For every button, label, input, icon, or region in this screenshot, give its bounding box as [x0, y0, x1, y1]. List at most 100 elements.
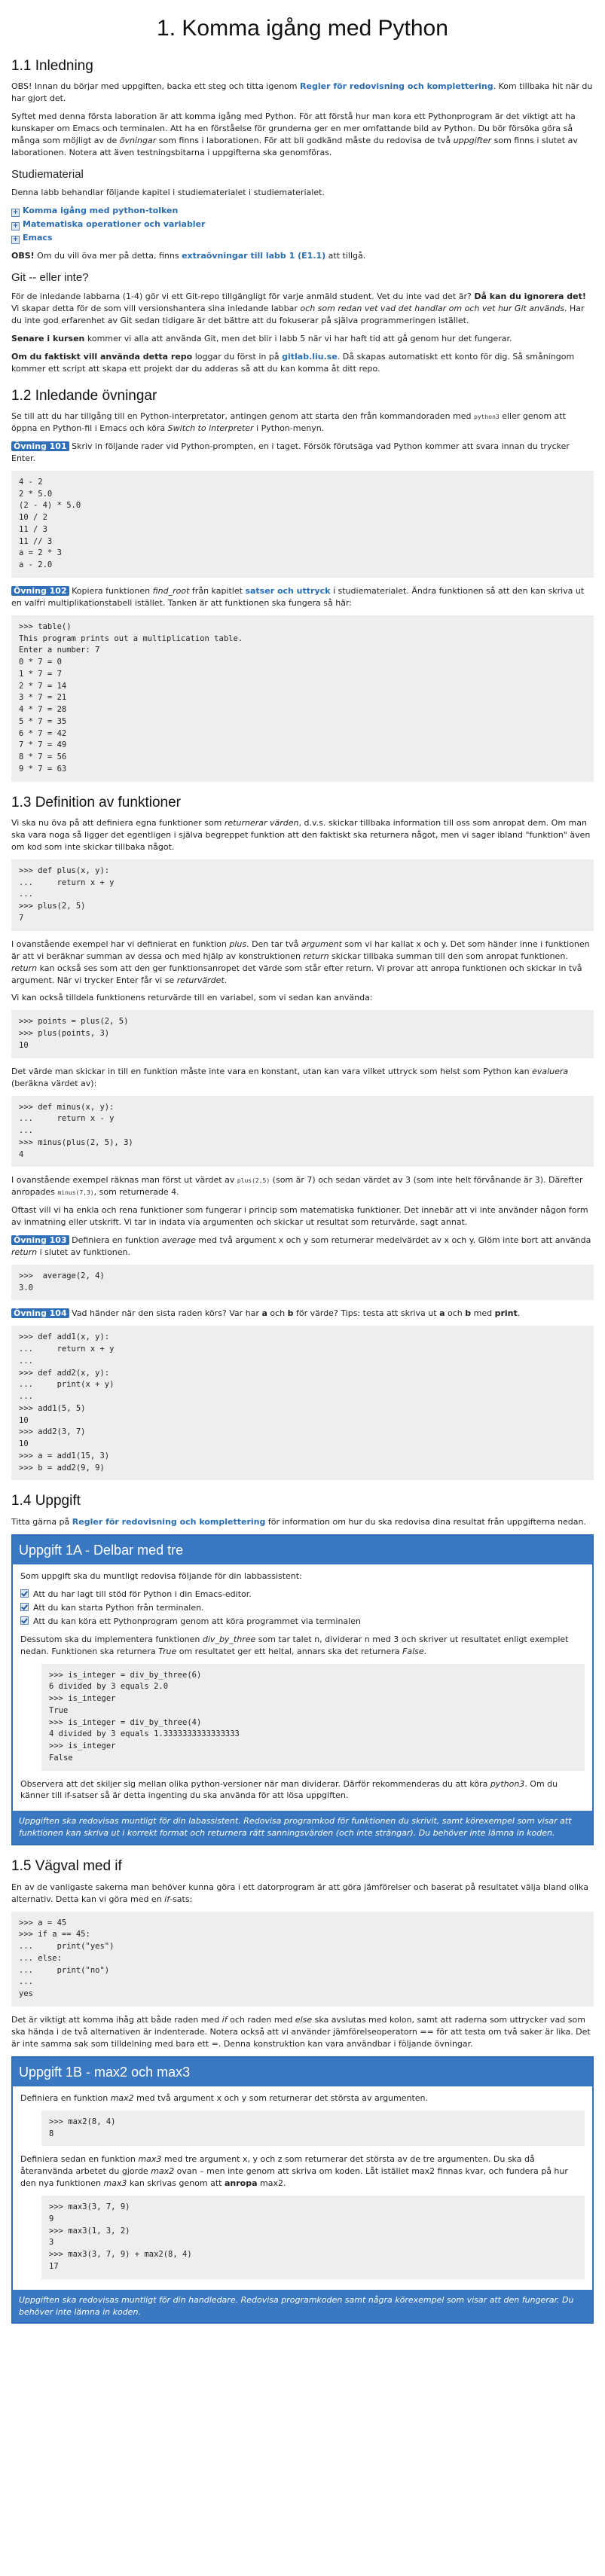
text: För de inledande labbarna (1-4) gör vi e… [11, 291, 475, 302]
obs-paragraph: OBS! Innan du börjar med uppgiften, back… [11, 81, 594, 105]
text: True [158, 1646, 177, 1656]
text: . Den tar två [246, 939, 301, 949]
paragraph: Dessutom ska du implementera funktionen … [20, 1634, 585, 1658]
rules-link[interactable]: Regler för redovisning och komplettering [300, 81, 493, 91]
inline-code: plus(2,5) [237, 1177, 270, 1185]
text: Vi ska nu öva på att definiera egna funk… [11, 818, 225, 829]
text: med två argument x och y som returnerar … [195, 1235, 591, 1246]
section-vagval-med-if: 1.5 Vägval med if En av de vanligaste sa… [11, 1856, 594, 2324]
code-block: >>> max2(8, 4) 8 [41, 2110, 585, 2147]
expand-icon[interactable]: + [11, 209, 20, 218]
text: Dessutom ska du implementera funktionen [20, 1634, 203, 1644]
text: med två argument x och y som returnerar … [133, 2092, 429, 2103]
text: Kopiera funktionen [69, 585, 153, 596]
task-body: Som uppgift ska du muntligt redovisa föl… [13, 1564, 592, 1811]
code-block: >>> def add1(x, y): ... return x + y ...… [11, 1326, 594, 1481]
text: returnerar värden [224, 818, 299, 829]
text: (beräkna värdet av): [11, 1078, 97, 1088]
exercise-103: Övning 103 Definiera en funktion average… [11, 1235, 594, 1259]
satser-link[interactable]: satser och uttryck [245, 586, 330, 596]
interpreter-paragraph: Se till att du har tillgång till en Pyth… [11, 411, 594, 435]
text: kommer vi alla att använda Git, men det … [84, 333, 512, 343]
text: b [465, 1308, 472, 1319]
text: OBS! [11, 251, 35, 261]
text: kan också ses som att den ger funktionsa… [11, 963, 582, 985]
exercise-tag: Övning 103 [11, 1235, 69, 1246]
text: och [445, 1308, 466, 1319]
study-link[interactable]: Emacs [23, 233, 52, 243]
checkbox-icon[interactable] [20, 1589, 29, 1598]
text: I ovanstående exempel har vi definierat … [11, 939, 230, 949]
text: från kapitlet [189, 585, 246, 596]
task-box-1b: Uppgift 1B - max2 och max3 Definiera en … [11, 2056, 594, 2324]
code-block: >>> max3(3, 7, 9) 9 >>> max3(1, 3, 2) 3 … [41, 2196, 585, 2279]
text: python3 [490, 1778, 525, 1789]
text: Skriv in följande rader vid Python-promp… [11, 441, 570, 464]
text: i slutet av funktionen. [37, 1247, 131, 1257]
paragraph: En av de vanligaste sakerna man behöver … [11, 1882, 594, 1906]
paragraph: Observera att det skiljer sig mellan oli… [20, 1778, 585, 1802]
rules-link[interactable]: Regler för redovisning och komplettering [72, 1517, 266, 1527]
extra-exercises-link[interactable]: extraövningar till labb 1 (E1.1) [182, 251, 325, 261]
paragraph: Definiera sedan en funktion max3 med tre… [20, 2153, 585, 2190]
code-block: >>> is_integer = div_by_three(6) 6 divid… [41, 1663, 585, 1771]
study-paragraph: Denna labb behandlar följande kapitel i … [11, 188, 325, 198]
checklist-item: Att du kan starta Python från terminalen… [20, 1602, 585, 1614]
text: . [423, 1646, 427, 1656]
checkbox-icon[interactable] [20, 1602, 29, 1611]
text: Vad händer när den sista raden körs? Var… [69, 1308, 262, 1319]
task-body: Definiera en funktion max2 med två argum… [13, 2086, 592, 2290]
section-heading: 1.2 Inledande övningar [11, 387, 157, 404]
text: returvärdet [176, 975, 225, 985]
expand-icon[interactable]: + [11, 236, 20, 245]
purpose-paragraph: Syftet med denna första laboration är at… [11, 111, 594, 159]
text: else [295, 2014, 313, 2025]
list-item: + Komma igång med python-tolken [11, 205, 594, 218]
task-footer: Uppgiften ska redovisas muntligt för din… [13, 1811, 592, 1845]
text: Vi skapar detta för de som vill versions… [11, 303, 301, 313]
text: Om du vill öva mer på detta, finns [34, 251, 182, 261]
study-link[interactable]: Matematiska operationer och variabler [23, 219, 205, 229]
text: , som returnerade 4. [93, 1187, 179, 1198]
text: Det värde man skickar in till en funktio… [11, 1066, 533, 1076]
section-inledande-ovningar: 1.2 Inledande övningar Se till att du ha… [11, 386, 594, 782]
text: anropa [224, 2178, 258, 2189]
text: som finns i laborationen. För att bli go… [156, 135, 454, 145]
code-block: >>> points = plus(2, 5) >>> plus(points,… [11, 1010, 594, 1058]
extra-exercises-paragraph: OBS! Om du vill öva mer på detta, finns … [11, 250, 594, 262]
text: och raden med [227, 2014, 295, 2025]
text: Att du kan köra ett Pythonprogram genom … [33, 1616, 361, 1626]
text: Se till att du har tillgång till en Pyth… [11, 411, 474, 422]
paragraph: Det värde man skickar in till en funktio… [11, 1066, 594, 1090]
text: return [303, 951, 329, 961]
text: if [222, 2014, 228, 2025]
text: a [261, 1308, 267, 1319]
gitlab-link[interactable]: gitlab.liu.se [282, 352, 338, 362]
inline-code: minus(7,3) [57, 1189, 94, 1197]
text: för värde? Tips: testa att skriva ut [293, 1308, 440, 1319]
code-block: >>> def plus(x, y): ... return x + y ...… [11, 859, 594, 931]
paragraph: Oftast vill vi ha enkla och rena funktio… [11, 1205, 588, 1228]
text: evaluera [532, 1066, 569, 1076]
study-link[interactable]: Komma igång med python-tolken [23, 206, 178, 215]
code-block: >>> average(2, 4) 3.0 [11, 1264, 594, 1301]
text: Då kan du ignorera det! [474, 291, 586, 302]
exercise-tag: Övning 101 [11, 441, 69, 452]
text: max3 [103, 2178, 127, 2189]
text: Definiera en funktion [69, 1235, 162, 1246]
list-item: + Matematiska operationer och variabler [11, 218, 594, 231]
page: 1. Komma igång med Python 1.1 Inledning … [11, 0, 594, 2348]
checkbox-icon[interactable] [20, 1616, 29, 1625]
text: . [517, 1308, 521, 1319]
text: Det är viktigt att komma ihåg att både r… [11, 2014, 222, 2025]
text: Om du faktiskt vill använda detta repo [11, 351, 193, 362]
list-item: + Emacs [11, 232, 594, 245]
text: kan skrivas genom att [127, 2178, 225, 2189]
section-definition-av-funktioner: 1.3 Definition av funktioner Vi ska nu ö… [11, 792, 594, 1481]
text: i Python-menyn. [253, 423, 325, 434]
code-block: >>> a = 45 >>> if a == 45: ... print("ye… [11, 1911, 594, 2007]
section-heading: 1.1 Inledning [11, 57, 93, 74]
inline-code: python3 [474, 414, 500, 421]
expand-icon[interactable]: + [11, 222, 20, 231]
task-title: Uppgift 1A - Delbar med tre [13, 1535, 592, 1564]
